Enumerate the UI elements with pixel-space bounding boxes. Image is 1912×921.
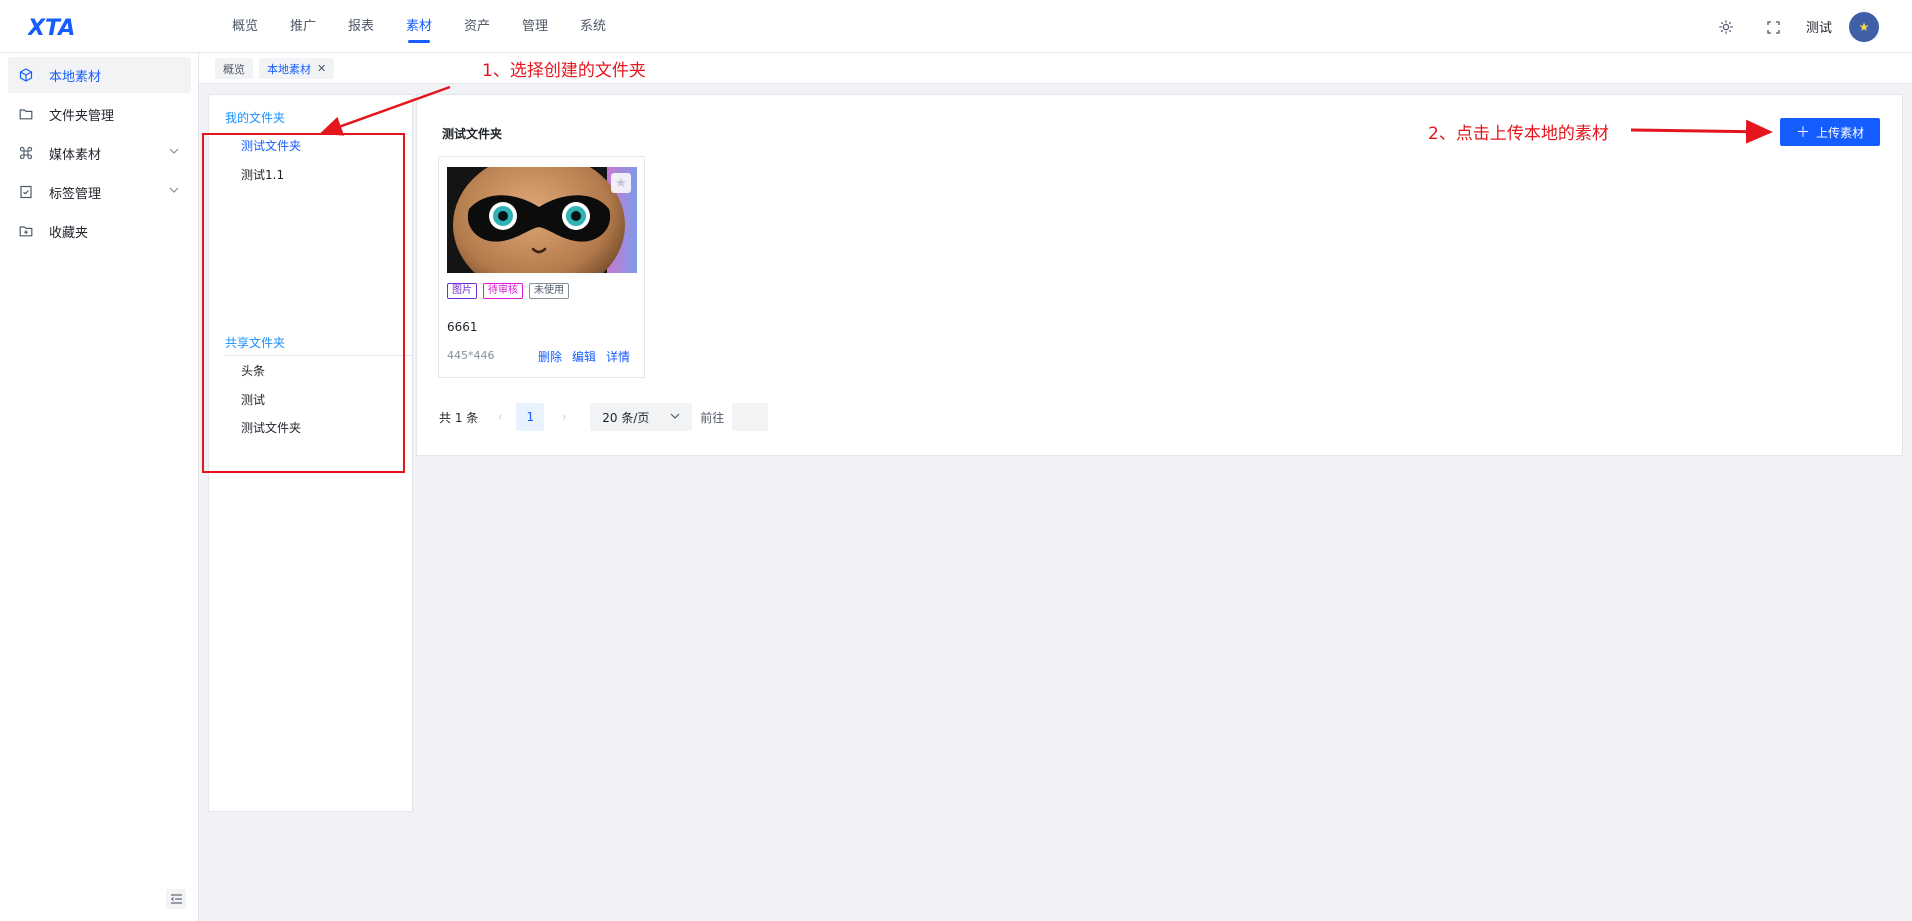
chevron-down-icon <box>169 185 179 198</box>
top-header: XTA 概览 推广 报表 素材 资产 管理 系统 测试 ★ <box>0 0 1912 53</box>
page-size-select[interactable]: 20 条/页 <box>590 403 693 431</box>
sidebar-item-local-materials[interactable]: 本地素材 <box>8 57 191 93</box>
my-folders-heading: 我的文件夹 <box>225 111 286 125</box>
divider <box>225 355 412 356</box>
nav-system[interactable]: 系统 <box>564 0 622 53</box>
shared-folder-item[interactable]: 头条 <box>241 362 265 379</box>
edit-link[interactable]: 编辑 <box>572 348 596 365</box>
bookmark-icon <box>18 184 34 200</box>
user-name[interactable]: 测试 <box>1806 17 1832 36</box>
nav-management[interactable]: 管理 <box>506 0 564 53</box>
xta-logo[interactable]: XTA <box>28 14 98 40</box>
goto-page-input[interactable] <box>732 403 769 431</box>
sidebar-item-folder-management[interactable]: 文件夹管理 <box>8 96 191 132</box>
sidebar-item-label: 媒体素材 <box>49 147 102 163</box>
sun-icon[interactable] <box>1713 14 1739 40</box>
sidebar-item-label: 本地素材 <box>49 69 102 85</box>
shared-folder-item[interactable]: 测试 <box>241 391 265 408</box>
folder-panel: 我的文件夹 测试文件夹 测试1.1 共享文件夹 头条 测试 测试文件夹 <box>208 94 413 812</box>
delete-link[interactable]: 删除 <box>538 348 562 365</box>
folder-star-icon <box>18 223 34 239</box>
nav-overview[interactable]: 概览 <box>216 0 274 53</box>
tab-bar: 概览 本地素材 ✕ <box>199 53 1912 84</box>
tab-local-materials[interactable]: 本地素材 ✕ <box>259 58 335 79</box>
tag-usage-status: 未使用 <box>529 283 569 299</box>
goto-label: 前往 <box>700 410 725 425</box>
mascot-image <box>447 167 637 273</box>
sidebar-item-media-materials[interactable]: 媒体素材 <box>8 135 191 171</box>
command-icon <box>18 145 34 161</box>
chevron-left-icon[interactable]: ‹ <box>488 410 512 424</box>
folder-item[interactable]: 测试文件夹 <box>241 137 301 154</box>
asset-actions: 删除 编辑 详情 <box>538 348 630 365</box>
avatar[interactable]: ★ <box>1849 12 1879 42</box>
chevron-right-icon[interactable]: › <box>552 410 576 424</box>
shared-folder-item[interactable]: 测试文件夹 <box>241 419 301 436</box>
tab-overview[interactable]: 概览 <box>215 58 253 79</box>
chevron-down-icon <box>670 410 680 424</box>
asset-thumbnail[interactable]: ★ <box>447 167 637 273</box>
page-number[interactable]: 1 <box>516 403 545 431</box>
tag-review-status: 待审核 <box>483 283 523 299</box>
nav-promotion[interactable]: 推广 <box>274 0 332 53</box>
sidebar-item-favorites[interactable]: 收藏夹 <box>8 213 191 249</box>
close-icon[interactable]: ✕ <box>317 62 326 75</box>
materials-content: 测试文件夹 ＋ 上传素材 ★ 图片 待审核 未使用 6661 445*446 删… <box>416 94 1903 456</box>
asset-tags: 图片 待审核 未使用 <box>447 283 569 299</box>
sidebar-item-tag-management[interactable]: 标签管理 <box>8 174 191 210</box>
sidebar-item-label: 文件夹管理 <box>49 108 115 124</box>
svg-text:XTA: XTA <box>28 16 75 40</box>
asset-dimensions: 445*446 <box>447 349 495 362</box>
asset-name: 6661 <box>447 320 478 334</box>
total-count: 共 1 条 <box>439 410 479 425</box>
asset-card[interactable]: ★ 图片 待审核 未使用 6661 445*446 删除 编辑 详情 <box>438 156 645 378</box>
shared-folders-heading: 共享文件夹 <box>225 336 286 350</box>
folder-item[interactable]: 测试1.1 <box>241 166 284 183</box>
plus-icon: ＋ <box>1795 125 1810 141</box>
page-size-value: 20 条/页 <box>602 410 650 425</box>
nav-materials[interactable]: 素材 <box>390 0 448 53</box>
chevron-down-icon <box>169 146 179 159</box>
upload-button-label: 上传素材 <box>1815 125 1864 140</box>
main-nav: 概览 推广 报表 素材 资产 管理 系统 <box>216 0 622 53</box>
details-link[interactable]: 详情 <box>606 348 630 365</box>
tag-type: 图片 <box>447 283 477 299</box>
folder-icon <box>18 106 34 122</box>
annotation-step2: 2、点击上传本地的素材 <box>1428 124 1609 144</box>
star-icon: ★ <box>1858 20 1870 34</box>
sidebar-item-label: 收藏夹 <box>49 225 89 241</box>
nav-reports[interactable]: 报表 <box>332 0 390 53</box>
menu-collapse-icon[interactable] <box>166 889 186 909</box>
cube-icon <box>18 67 34 83</box>
fullscreen-icon[interactable] <box>1760 14 1786 40</box>
tab-label: 本地素材 <box>267 62 311 76</box>
sidebar: 本地素材 文件夹管理 媒体素材 标签管理 收藏夹 <box>0 53 199 921</box>
current-folder-title: 测试文件夹 <box>442 127 503 141</box>
pagination: 共 1 条 ‹ 1 › 20 条/页 前往 <box>439 403 769 431</box>
favorite-star-icon[interactable]: ★ <box>611 173 631 193</box>
annotation-step1: 1、选择创建的文件夹 <box>482 61 646 81</box>
sidebar-item-label: 标签管理 <box>49 186 102 202</box>
nav-assets[interactable]: 资产 <box>448 0 506 53</box>
upload-material-button[interactable]: ＋ 上传素材 <box>1780 118 1880 146</box>
tab-label: 概览 <box>223 62 245 76</box>
